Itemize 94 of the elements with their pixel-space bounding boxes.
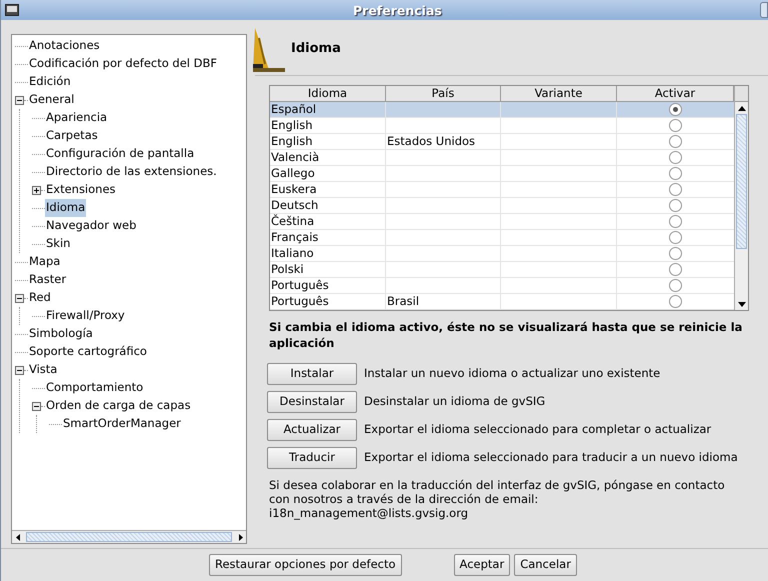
tree-item[interactable]: Edición	[28, 73, 72, 91]
radio-button[interactable]	[669, 151, 682, 164]
table-row[interactable]: Euskera	[270, 182, 734, 198]
table-row[interactable]: Português	[270, 278, 734, 294]
tree-item[interactable]: Orden de carga de capas	[45, 397, 192, 415]
tree-item[interactable]: Apariencia	[45, 109, 108, 127]
column-header[interactable]: Idioma	[270, 86, 386, 101]
table-cell: Português	[271, 278, 329, 292]
footer-button[interactable]: Aceptar	[454, 554, 510, 576]
restart-notice: Si cambia el idioma activo, éste no se visualizará hasta que se reinicie la aplicación	[269, 319, 744, 351]
email-address: i18n_management@lists.gvsig.org	[269, 506, 470, 520]
action-description: Desinstalar un idioma de gvSIG	[364, 393, 546, 410]
tree-item[interactable]: General	[28, 91, 76, 109]
collapse-icon[interactable]	[15, 96, 24, 104]
table-row[interactable]: Español	[270, 102, 734, 118]
table-cell: Italiano	[271, 246, 314, 260]
collapse-icon[interactable]	[32, 402, 41, 410]
action-description: Exportar el idioma seleccionado para traducir a un nuevo idioma	[364, 449, 738, 466]
table-row[interactable]: Čeština	[270, 214, 734, 230]
scroll-thumb[interactable]	[736, 114, 747, 249]
radio-button[interactable]	[669, 167, 682, 180]
table-row[interactable]: Gallego	[270, 166, 734, 182]
tree-item[interactable]: Red	[28, 289, 52, 307]
radio-button[interactable]	[669, 119, 682, 132]
table-row[interactable]: Français	[270, 230, 734, 246]
tree-item[interactable]: SmartOrderManager	[62, 415, 182, 433]
table-cell: English	[271, 118, 313, 132]
radio-button[interactable]	[669, 199, 682, 212]
window-menu-icon[interactable]	[5, 4, 19, 16]
action-button[interactable]: Desinstalar	[267, 391, 357, 413]
radio-button[interactable]	[669, 215, 682, 228]
column-header[interactable]: Activar	[617, 86, 734, 101]
column-header[interactable]: Variante	[501, 86, 617, 101]
table-row[interactable]: Português Brasil	[270, 294, 734, 310]
radio-button[interactable]	[669, 279, 682, 292]
radio-button[interactable]	[669, 231, 682, 244]
horizontal-scrollbar[interactable]	[12, 530, 246, 543]
table-cell: Čeština	[271, 214, 314, 228]
table-row[interactable]: Italiano	[270, 246, 734, 262]
radio-button[interactable]	[669, 247, 682, 260]
tree-item[interactable]: Codificación por defecto del DBF	[28, 55, 218, 73]
table-cell: Gallego	[271, 166, 315, 180]
table-cell: Estados Unidos	[387, 134, 476, 148]
tree-item[interactable]: Anotaciones	[28, 37, 101, 55]
close-icon[interactable]	[760, 2, 768, 18]
tree-item[interactable]: Simbología	[28, 325, 94, 343]
table-row[interactable]: Deutsch	[270, 198, 734, 214]
table-cell: English	[271, 134, 313, 148]
vertical-scrollbar[interactable]	[734, 86, 748, 310]
action-description: Instalar un nuevo idioma o actualizar uno existente	[364, 365, 660, 382]
tree-item[interactable]: Raster	[28, 271, 68, 289]
table-cell: Euskera	[271, 182, 317, 196]
tree-item[interactable]: Extensiones	[45, 181, 117, 199]
radio-button[interactable]	[669, 263, 682, 276]
column-header[interactable]: País	[386, 86, 501, 101]
scroll-thumb[interactable]	[26, 532, 232, 542]
tree-item[interactable]: Vista	[28, 361, 58, 379]
radio-button[interactable]	[669, 103, 682, 116]
tree-item[interactable]: Comportamiento	[45, 379, 144, 397]
radio-button[interactable]	[669, 295, 682, 308]
table-row[interactable]: Polski	[270, 262, 734, 278]
table-cell: Português	[271, 294, 329, 308]
table-cell: Français	[271, 230, 318, 244]
tree-item[interactable]: Carpetas	[45, 127, 99, 145]
tree-item[interactable]: Idioma	[45, 199, 86, 217]
collapse-icon[interactable]	[15, 294, 24, 302]
tree-item[interactable]: Firewall/Proxy	[45, 307, 126, 325]
radio-button[interactable]	[669, 135, 682, 148]
tree-item[interactable]: Directorio de las extensiones.	[45, 163, 218, 181]
action-button[interactable]: Instalar	[267, 363, 357, 385]
table-cell: Polski	[271, 262, 304, 276]
table-cell: Deutsch	[271, 198, 318, 212]
action-button[interactable]: Traducir	[267, 447, 357, 469]
tree-item[interactable]: Configuración de pantalla	[45, 145, 196, 163]
info-text: Si desea colaborar en la traducción del interfaz de gvSIG, póngase en contacto con nosotros a través de la dirección de email:	[269, 478, 726, 506]
tree-item[interactable]: Mapa	[28, 253, 62, 271]
table-cell: Brasil	[387, 294, 420, 308]
page-title: Idioma	[291, 40, 341, 58]
table-row[interactable]: English	[270, 118, 734, 134]
table-cell: Español	[271, 102, 316, 116]
footer-button[interactable]: Cancelar	[514, 554, 577, 576]
expand-icon[interactable]	[32, 186, 41, 194]
table-cell: Valencià	[271, 150, 320, 164]
tree-item[interactable]: Navegador web	[45, 217, 138, 235]
tree-item[interactable]: Skin	[45, 235, 72, 253]
window-title: Preferencias	[353, 2, 442, 20]
collapse-icon[interactable]	[15, 366, 24, 374]
tree-item[interactable]: Soporte cartográfico	[28, 343, 148, 361]
footer-button[interactable]: Restaurar opciones por defecto	[209, 554, 402, 576]
action-description: Exportar el idioma seleccionado para completar o actualizar	[364, 421, 712, 438]
table-row[interactable]: Valencià	[270, 150, 734, 166]
table-row[interactable]: English Estados Unidos	[270, 134, 734, 150]
radio-button[interactable]	[669, 183, 682, 196]
action-button[interactable]: Actualizar	[267, 419, 357, 441]
